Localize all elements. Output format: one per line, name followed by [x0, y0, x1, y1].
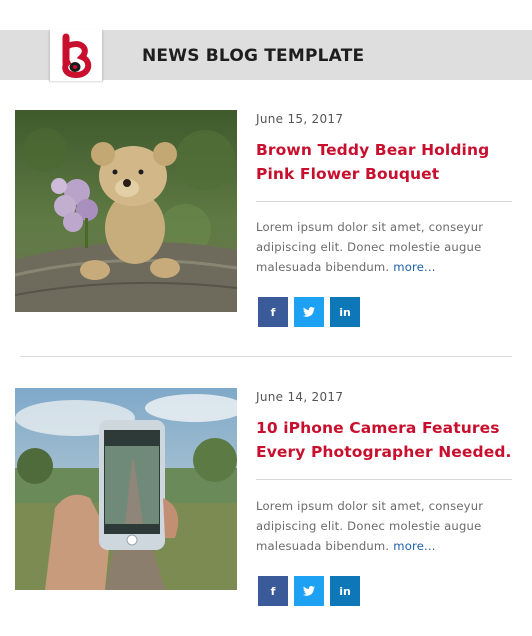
- logo[interactable]: [49, 30, 103, 81]
- iphone-camera-photo[interactable]: [15, 388, 237, 590]
- post-excerpt: Lorem ipsum dolor sit amet, conseyur adi…: [256, 217, 518, 277]
- post-title-line[interactable]: Brown Teddy Bear Holding: [256, 138, 518, 162]
- divider: [256, 201, 512, 202]
- divider: [256, 479, 512, 480]
- excerpt-line: Lorem ipsum dolor sit amet, conseyur: [256, 220, 484, 234]
- more-link[interactable]: more...: [393, 539, 436, 553]
- post-title-line[interactable]: 10 iPhone Camera Features: [256, 416, 518, 440]
- twitter-button[interactable]: [294, 576, 324, 606]
- page-title: NEWS BLOG TEMPLATE: [142, 46, 365, 66]
- headphone-b-logo-icon: [62, 33, 92, 79]
- twitter-button[interactable]: [294, 297, 324, 327]
- facebook-icon: f: [270, 584, 276, 598]
- post-date: June 15, 2017: [256, 112, 344, 126]
- excerpt-line: malesuada bibendum. more...: [256, 257, 518, 277]
- post-divider: [20, 356, 512, 357]
- post-title-line[interactable]: Pink Flower Bouquet: [256, 162, 518, 186]
- excerpt-line: adipiscing elit. Donec molestie augue: [256, 240, 482, 254]
- facebook-button[interactable]: f: [258, 297, 288, 327]
- excerpt-line: adipiscing elit. Donec molestie augue: [256, 519, 482, 533]
- linkedin-icon: in: [339, 305, 351, 319]
- excerpt-line: malesuada bibendum. more...: [256, 536, 518, 556]
- post-title[interactable]: 10 iPhone Camera Features Every Photogra…: [256, 416, 518, 464]
- facebook-icon: f: [270, 305, 276, 319]
- post-title[interactable]: Brown Teddy Bear Holding Pink Flower Bou…: [256, 138, 518, 186]
- post-title-line[interactable]: Every Photographer Needed.: [256, 440, 518, 464]
- more-link[interactable]: more...: [393, 260, 436, 274]
- linkedin-icon: in: [339, 584, 351, 598]
- post-date: June 14, 2017: [256, 390, 344, 404]
- twitter-icon: [303, 307, 315, 317]
- facebook-button[interactable]: f: [258, 576, 288, 606]
- linkedin-button[interactable]: in: [330, 297, 360, 327]
- excerpt-text: malesuada bibendum.: [256, 539, 390, 553]
- twitter-icon: [303, 586, 315, 596]
- teddy-bear-photo[interactable]: [15, 110, 237, 312]
- post-excerpt: Lorem ipsum dolor sit amet, conseyur adi…: [256, 496, 518, 556]
- excerpt-text: malesuada bibendum.: [256, 260, 390, 274]
- linkedin-button[interactable]: in: [330, 576, 360, 606]
- excerpt-line: Lorem ipsum dolor sit amet, conseyur: [256, 499, 484, 513]
